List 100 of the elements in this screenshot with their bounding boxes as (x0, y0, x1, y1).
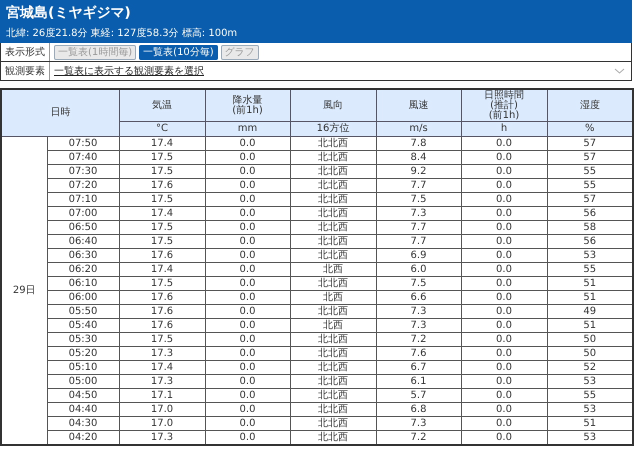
table-cell: 0.0 (240, 348, 256, 360)
table-cell: 51 (583, 418, 596, 430)
table-cell: 52 (583, 362, 596, 374)
column-header: 降水量 (前1h) (232, 96, 263, 116)
table-cell: 6.1 (410, 376, 426, 388)
table-cell: 06:20 (68, 264, 98, 276)
table-cell: 0.0 (496, 432, 512, 444)
unit-label: °C (156, 123, 168, 135)
station-title: 宮城島(ミヤギジマ) (6, 5, 131, 21)
table-cell: 北西 (323, 264, 343, 276)
table-cell: 0.0 (240, 222, 256, 234)
table-cell: 7.2 (410, 432, 426, 444)
table-cell: 0.0 (240, 264, 256, 276)
table-cell: 17.5 (150, 278, 174, 290)
element-select[interactable]: 一覧表に表示する観測要素を選択 (54, 64, 204, 78)
table-cell: 04:40 (68, 404, 98, 416)
table-cell: 50 (583, 334, 596, 346)
unit-label: m/s (409, 123, 428, 135)
column-header: 風速 (408, 100, 428, 110)
table-cell: 0.0 (240, 306, 256, 318)
table-cell: 17.0 (150, 418, 174, 430)
table-cell: 05:40 (68, 320, 98, 332)
table-cell: 53 (583, 404, 596, 416)
table-cell: 7.8 (410, 138, 426, 150)
table-cell: 17.5 (150, 152, 174, 164)
table-cell: 0.0 (240, 320, 256, 332)
table-cell: 0.0 (496, 138, 512, 150)
unit-label: h (500, 123, 508, 135)
table-cell: 0.0 (496, 166, 512, 178)
table-cell: 7.2 (410, 334, 426, 346)
table-cell: 05:30 (68, 334, 98, 346)
table-cell: 17.5 (150, 194, 174, 206)
table-cell: 17.5 (150, 166, 174, 178)
table-cell: 北北西 (318, 278, 348, 290)
table-cell: 17.6 (150, 180, 174, 192)
table-cell: 17.5 (150, 334, 174, 346)
table-cell: 6.9 (410, 250, 426, 262)
column-header: 日照時間 (推計) (前1h) (484, 90, 524, 120)
table-cell: 0.0 (496, 362, 512, 374)
table-cell: 0.0 (496, 404, 512, 416)
table-cell: 17.6 (150, 292, 174, 304)
table-cell: 0.0 (240, 404, 256, 416)
table-cell: 北北西 (318, 432, 348, 444)
table-cell: 07:50 (68, 138, 98, 150)
table-cell: 17.4 (150, 208, 174, 220)
table-cell: 0.0 (496, 306, 512, 318)
table-cell: 57 (583, 194, 596, 206)
table-cell: 0.0 (496, 236, 512, 248)
table-cell: 北西 (323, 292, 343, 304)
table-cell: 17.4 (150, 264, 174, 276)
table-cell: 北北西 (318, 166, 348, 178)
table-cell: 7.3 (410, 418, 426, 430)
table-cell: 0.0 (240, 250, 256, 262)
table-cell: 北北西 (318, 390, 348, 402)
table-cell: 北北西 (318, 404, 348, 416)
table-cell: 0.0 (240, 180, 256, 192)
table-cell: 57 (583, 138, 596, 150)
table-cell: 51 (583, 292, 596, 304)
table-cell: 北北西 (318, 208, 348, 220)
table-cell: 04:50 (68, 390, 98, 402)
table-cell: 07:40 (68, 152, 98, 164)
table-cell: 07:30 (68, 166, 98, 178)
table-cell: 17.5 (150, 222, 174, 234)
table-cell: 北北西 (318, 222, 348, 234)
table-cell: 17.3 (150, 432, 174, 444)
view-mode-button[interactable]: 一覧表(10分毎) (139, 44, 218, 60)
table-cell: 北北西 (318, 418, 348, 430)
table-cell: 05:00 (68, 376, 98, 388)
table-cell: 0.0 (496, 180, 512, 192)
table-cell: 0.0 (496, 278, 512, 290)
table-cell: 17.0 (150, 404, 174, 416)
table-cell: 04:30 (68, 418, 98, 430)
table-cell: 0.0 (496, 292, 512, 304)
table-cell: 0.0 (496, 376, 512, 388)
table-cell: 17.4 (150, 362, 174, 374)
table-cell: 07:10 (68, 194, 98, 206)
table-cell: 0.0 (240, 432, 256, 444)
table-cell: 53 (583, 250, 596, 262)
table-cell: 49 (583, 306, 596, 318)
date-label: 29日 (12, 284, 36, 296)
table-cell: 06:40 (68, 236, 98, 248)
table-cell: 北北西 (318, 348, 348, 360)
column-header: 日時 (50, 108, 70, 118)
table-cell: 17.4 (150, 138, 174, 150)
table-cell: 0.0 (240, 138, 256, 150)
table-cell: 0.0 (496, 320, 512, 332)
column-header: 風向 (323, 100, 343, 110)
table-cell: 50 (583, 348, 596, 360)
table-cell: 06:50 (68, 222, 98, 234)
table-cell: 55 (583, 264, 596, 276)
table-cell: 0.0 (240, 152, 256, 164)
table-cell: 7.6 (410, 348, 426, 360)
table-cell: 06:00 (68, 292, 98, 304)
row-label: 表示形式 (1, 43, 50, 61)
table-cell: 0.0 (496, 334, 512, 346)
table-cell: 06:10 (68, 278, 98, 290)
table-cell: 0.0 (496, 208, 512, 220)
unit-label: mm (238, 123, 258, 135)
table-cell: 北北西 (318, 306, 348, 318)
table-cell: 56 (583, 236, 596, 248)
